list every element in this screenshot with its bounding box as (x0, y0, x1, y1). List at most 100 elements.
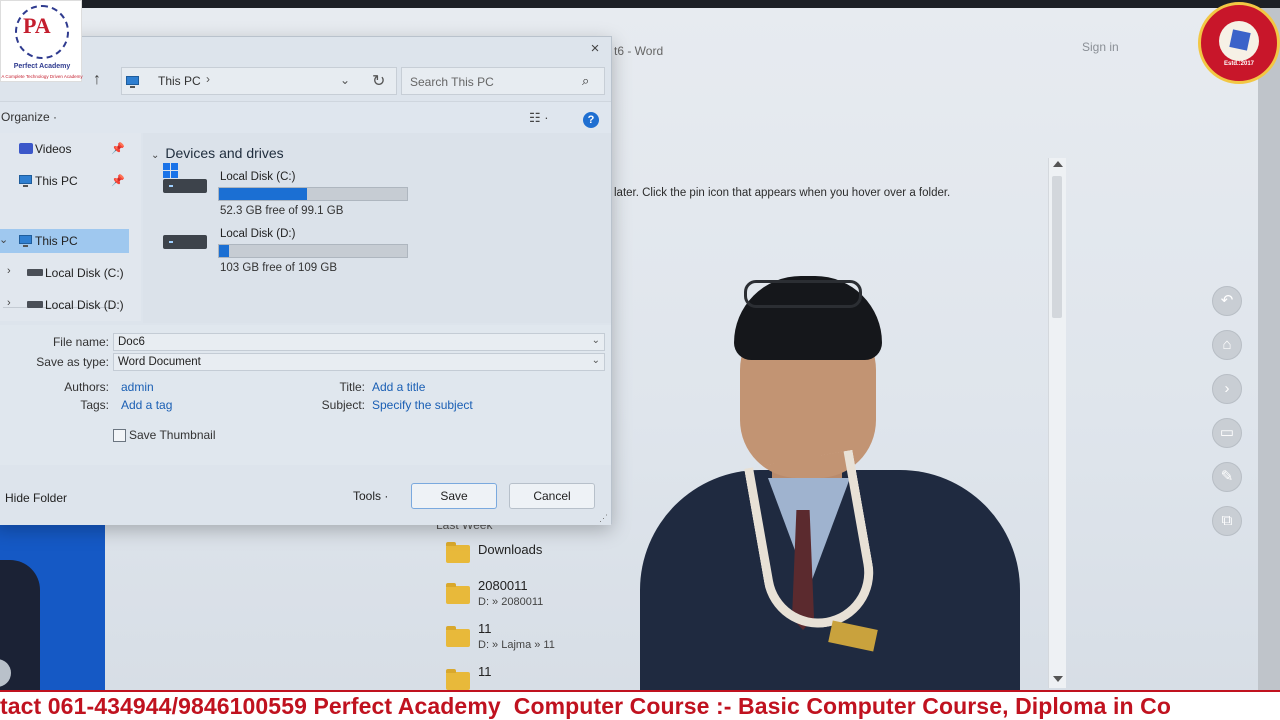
drive-usage-bar (218, 244, 408, 258)
logo-tagline: A Complete Technology Driven Academy (1, 74, 83, 79)
folder-icon (446, 626, 470, 647)
authors-value[interactable]: admin (121, 380, 154, 394)
section-header[interactable]: ⌄ Devices and drives (151, 145, 284, 161)
subject-value[interactable]: Specify the subject (372, 398, 473, 412)
drive-free-space: 52.3 GB free of 99.1 GB (220, 205, 344, 217)
drive-free-space: 103 GB free of 109 GB (220, 262, 337, 274)
computer-icon (19, 175, 32, 187)
scroll-up-icon[interactable] (1053, 161, 1063, 167)
chevron-right-icon[interactable]: › (7, 265, 11, 277)
hard-drive-icon (163, 173, 207, 195)
hide-folder-button[interactable]: Hide Folder (5, 491, 67, 505)
perfect-academy-logo: PA Perfect Academy A Complete Technology… (0, 0, 83, 82)
vertical-scrollbar[interactable] (1048, 158, 1066, 688)
sidebar-item-local-disk-c[interactable]: › Local Disk (C:) (0, 261, 129, 285)
cube-icon (1229, 29, 1251, 51)
save-as-dialog: × ↑ This PC › ⌄ ↻ Search This PC ⌕ Organ… (0, 36, 612, 687)
hard-drive-icon (163, 229, 207, 251)
help-icon[interactable]: ? (583, 112, 599, 128)
chevron-down-icon[interactable]: ⌄ (340, 73, 350, 87)
view-options-icon[interactable]: ☷ · (529, 110, 549, 126)
save-button[interactable]: Save (411, 483, 497, 509)
back-icon[interactable]: ↶ (1212, 286, 1242, 316)
refresh-icon[interactable]: ↻ (372, 71, 385, 91)
drive-name: Local Disk (D:) (220, 228, 296, 240)
tools-menu[interactable]: Tools · (353, 489, 388, 503)
forward-icon[interactable]: › (1212, 374, 1242, 404)
authors-label: Authors: (64, 380, 109, 394)
sunglasses-icon (744, 280, 862, 308)
title-value[interactable]: Add a title (372, 380, 425, 394)
save-type-label: Save as type: (36, 355, 109, 369)
subject-label: Subject: (321, 398, 365, 412)
command-bar: Organize · ☷ · ? (0, 101, 611, 133)
pin-hint-text: later. Click the pin icon that appears w… (614, 187, 951, 199)
pin-icon[interactable]: 📌 (111, 174, 125, 187)
content-pane: ⌄ Devices and drives Local Disk (C:) 52.3… (143, 133, 611, 323)
file-name-value: Doc6 (118, 336, 145, 348)
sidebar-item-this-pc-quick[interactable]: This PC 📌 (0, 169, 129, 193)
screen-edge (1258, 8, 1280, 690)
recent-item-name: 2080011 (478, 578, 528, 593)
briefcase-icon[interactable]: ▭ (1212, 418, 1242, 448)
scroll-down-icon[interactable] (1053, 676, 1063, 682)
sidebar-item-label: Local Disk (C:) (45, 266, 124, 280)
chevron-right-icon[interactable]: › (7, 297, 11, 309)
word-window-title: t6 - Word (614, 44, 664, 58)
sidebar-item-local-disk-d[interactable]: › Local Disk (D:) (0, 293, 129, 317)
tags-value[interactable]: Add a tag (121, 398, 172, 412)
logo-letters: PA (23, 13, 51, 38)
computer-icon (19, 235, 32, 247)
chevron-down-icon[interactable]: ⌄ (592, 335, 600, 346)
sign-in-link[interactable]: Sign in (1082, 40, 1119, 54)
chevron-down-icon[interactable]: ⌄ (151, 150, 159, 161)
save-thumbnail-checkbox[interactable] (113, 429, 126, 442)
sidebar-item-this-pc[interactable]: ⌄ This PC (0, 229, 129, 253)
printing-solution-logo: Estd.:2017 (1198, 2, 1280, 84)
folder-icon (446, 583, 470, 604)
home-icon[interactable]: ⌂ (1212, 330, 1242, 360)
file-name-field[interactable]: Doc6 ⌄ (113, 333, 605, 351)
sidebar-item-videos[interactable]: Videos 📌 (0, 137, 129, 161)
presenter (640, 270, 1020, 690)
videos-icon (19, 143, 33, 154)
recent-item-path: D: » Lajma » 11 (478, 639, 555, 651)
address-location: This PC (158, 74, 201, 88)
chevron-down-icon[interactable]: ⌄ (0, 233, 8, 246)
resize-grip-icon[interactable]: ⋰ (599, 513, 608, 524)
up-arrow-icon[interactable]: ↑ (93, 71, 101, 89)
cancel-button[interactable]: Cancel (509, 483, 595, 509)
sidebar-item-label: Videos (35, 142, 72, 156)
close-icon[interactable]: × (587, 41, 603, 57)
pen-icon[interactable]: ✎ (1212, 462, 1242, 492)
save-type-value: Word Document (118, 356, 201, 368)
chevron-right-icon[interactable]: › (206, 72, 210, 86)
pin-icon[interactable]: 📌 (111, 142, 125, 155)
chevron-down-icon[interactable]: ⌄ (592, 355, 600, 366)
drive-name: Local Disk (C:) (220, 171, 296, 183)
drive-icon (27, 269, 43, 276)
organize-menu[interactable]: Organize · (1, 110, 57, 124)
navigation-pane: Videos 📌 This PC 📌 ⌄ This PC › Local Dis… (0, 133, 141, 369)
scroll-thumb[interactable] (1052, 176, 1062, 318)
file-name-label: File name: (52, 335, 109, 349)
sidebar-item-label: This PC (35, 174, 78, 188)
drive-usage-fill (219, 245, 230, 257)
dialog-footer: Hide Folder Tools · Save Cancel (0, 465, 611, 525)
news-ticker: tact 061-434944/9846100559 Perfect Acade… (0, 690, 1280, 720)
recent-item-name: Downloads (478, 542, 543, 557)
title-label: Title: (339, 380, 365, 394)
address-bar[interactable]: This PC › ⌄ ↻ (121, 67, 397, 95)
sidebar-item-label: This PC (35, 234, 78, 248)
save-fields: File name: Doc6 ⌄ Save as type: Word Doc… (0, 325, 611, 687)
computer-icon (126, 76, 139, 88)
search-input[interactable]: Search This PC ⌕ (401, 67, 605, 95)
save-type-select[interactable]: Word Document ⌄ (113, 353, 605, 371)
logo-emblem (1219, 21, 1259, 61)
recent-item-path: D: » 2080011 (478, 596, 544, 608)
search-icon[interactable]: ⌕ (582, 73, 589, 89)
windows-icon[interactable]: ⧉ (1212, 506, 1242, 536)
logo-name: Perfect Academy (13, 63, 71, 70)
folder-icon (446, 542, 470, 563)
section-title: Devices and drives (165, 145, 284, 161)
